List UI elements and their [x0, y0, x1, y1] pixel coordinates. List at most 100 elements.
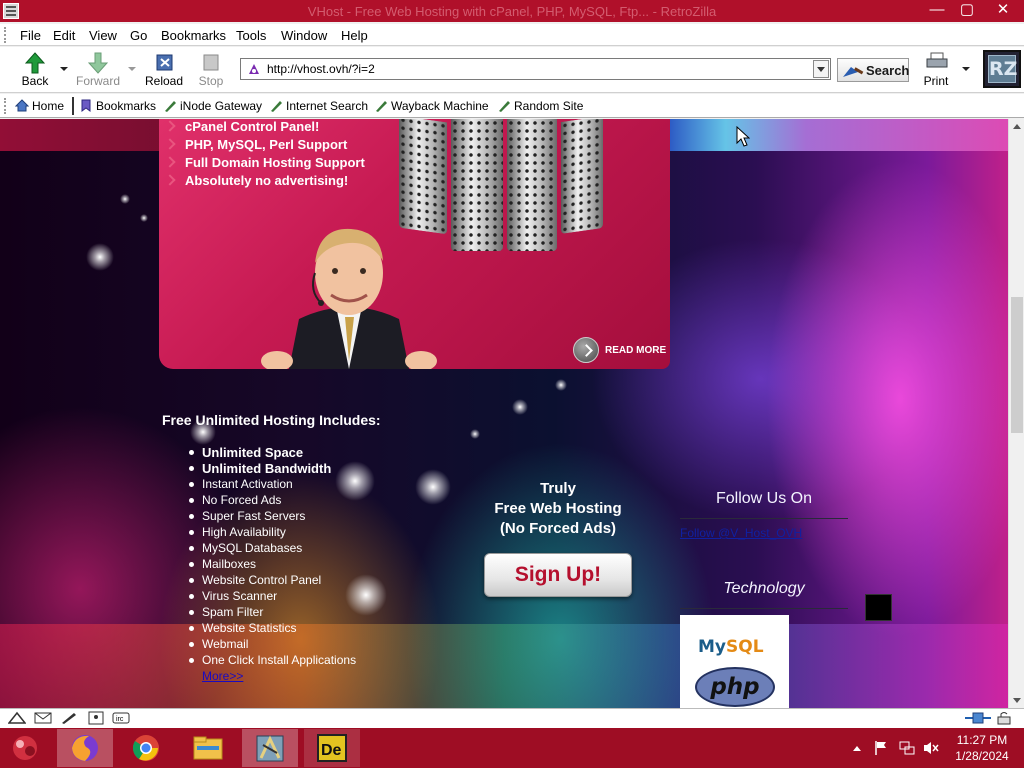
navigator-icon[interactable]	[8, 711, 26, 725]
scroll-down-arrow[interactable]	[1013, 698, 1021, 703]
forward-button[interactable]: Forward	[75, 49, 121, 91]
scroll-up-arrow[interactable]	[1013, 124, 1021, 129]
technology-title: Technology	[723, 580, 805, 597]
bookmarks-separator	[72, 97, 74, 115]
toolbar-grip[interactable]	[4, 27, 10, 43]
mysql-logo: MySQL	[698, 637, 764, 657]
address-book-icon[interactable]	[87, 711, 105, 725]
menu-window[interactable]: Window	[281, 28, 327, 43]
menu-bookmarks[interactable]: Bookmarks	[161, 28, 226, 43]
technology-logos: MySQL php	[680, 615, 789, 708]
banner-item: cPanel Control Panel!	[185, 119, 365, 137]
menu-edit[interactable]: Edit	[53, 28, 75, 43]
scrollbar-thumb[interactable]	[1011, 297, 1023, 433]
print-button[interactable]: Print	[913, 49, 959, 91]
bookmark-random-site[interactable]: Random Site	[497, 99, 583, 113]
printer-icon	[926, 52, 948, 68]
bookmark-pen-icon	[376, 101, 387, 112]
menu-file[interactable]: File	[20, 28, 41, 43]
menu-bar: File Edit View Go Bookmarks Tools Window…	[0, 24, 1024, 46]
sparkle-decoration	[120, 194, 130, 204]
irc-chat-icon[interactable]: irc	[112, 711, 130, 725]
bookmark-inode-gateway[interactable]: iNode Gateway	[163, 99, 262, 113]
hosting-includes-title: Free Unlimited Hosting Includes:	[162, 412, 381, 428]
dreamweaver-icon: De	[317, 734, 347, 762]
black-widget-square[interactable]	[865, 594, 892, 621]
security-lock-icon[interactable]	[995, 711, 1013, 725]
bookmark-bookmarks[interactable]: Bookmarks	[79, 99, 156, 113]
page-icon	[249, 64, 259, 74]
banner-item: Absolutely no advertising!	[185, 173, 365, 191]
forward-dropdown-arrow[interactable]	[128, 67, 136, 71]
list-item: Unlimited Space	[188, 445, 356, 461]
more-features-link[interactable]: More>>	[202, 669, 243, 683]
menu-help[interactable]: Help	[341, 28, 368, 43]
url-dropdown-button[interactable]	[813, 60, 829, 78]
home-icon	[14, 99, 30, 112]
start-button-icon[interactable]	[8, 733, 42, 763]
bookmark-wayback-machine[interactable]: Wayback Machine	[374, 99, 489, 113]
taskbar-app-retrozilla[interactable]	[242, 729, 298, 767]
stop-button[interactable]: Stop	[188, 49, 234, 91]
menu-view[interactable]: View	[89, 28, 117, 43]
clock-date: 1/28/2024	[955, 749, 1009, 763]
bookmark-home[interactable]: Home	[14, 99, 64, 113]
sparkle-decoration	[415, 469, 451, 505]
page-content: cPanel Control Panel! PHP, MySQL, Perl S…	[0, 119, 1008, 708]
back-dropdown-arrow[interactable]	[60, 67, 68, 71]
mail-icon[interactable]	[34, 711, 52, 725]
bookmark-pen-icon	[271, 101, 282, 112]
list-item: No Forced Ads	[188, 493, 356, 509]
title-bar[interactable]: VHost - Free Web Hosting with cPanel, PH…	[0, 0, 1024, 22]
retrozilla-logo[interactable]: RZ	[983, 50, 1021, 88]
composer-icon[interactable]	[60, 711, 78, 725]
sparkle-decoration	[512, 399, 528, 415]
retrozilla-icon	[256, 735, 284, 762]
svg-text:irc: irc	[116, 716, 124, 723]
divider	[680, 518, 848, 519]
taskbar-app-chrome[interactable]	[118, 729, 174, 767]
taskbar-app-file-explorer[interactable]	[180, 729, 236, 767]
list-item: MySQL Databases	[188, 541, 356, 557]
volume-muted-icon[interactable]	[922, 740, 940, 756]
window-title: VHost - Free Web Hosting with cPanel, PH…	[307, 4, 717, 19]
chrome-icon	[132, 735, 159, 761]
os-taskbar: De 11:27 PM 1/28/2024	[0, 728, 1024, 768]
reload-button[interactable]: Reload	[141, 49, 187, 91]
list-item: Mailboxes	[188, 557, 356, 573]
list-item: Webmail	[188, 637, 356, 653]
vertical-scrollbar[interactable]	[1008, 119, 1024, 708]
list-item: Spam Filter	[188, 605, 356, 621]
menu-tools[interactable]: Tools	[236, 28, 266, 43]
minimize-button[interactable]: —	[922, 0, 952, 22]
url-input[interactable]	[267, 61, 807, 77]
sign-up-button[interactable]: Sign Up!	[484, 553, 632, 597]
bookmark-pen-icon	[499, 101, 510, 112]
search-button[interactable]: Search	[837, 58, 909, 82]
show-hidden-icons-icon[interactable]	[852, 744, 862, 752]
network-icon[interactable]	[898, 740, 916, 756]
bookmarks-icon	[81, 99, 91, 112]
taskbar-clock[interactable]: 11:27 PM 1/28/2024	[950, 732, 1014, 764]
navigation-toolbar: Back Forward Reload Stop Search Print	[0, 47, 1024, 93]
print-dropdown-arrow[interactable]	[962, 67, 970, 71]
maximize-button[interactable]: ▢	[952, 0, 982, 22]
follow-twitter-link[interactable]: Follow @V_Host_OVH	[680, 526, 802, 540]
back-button[interactable]: Back	[12, 49, 58, 91]
action-center-flag-icon[interactable]	[874, 740, 888, 756]
sparkle-decoration	[555, 379, 567, 391]
taskbar-app-firefox[interactable]	[57, 729, 113, 767]
bookmark-internet-search[interactable]: Internet Search	[269, 99, 368, 113]
url-bar[interactable]	[240, 58, 831, 80]
taskbar-app-dreamweaver[interactable]: De	[304, 729, 360, 767]
bookmarks-grip[interactable]	[4, 98, 10, 114]
menu-go[interactable]: Go	[130, 28, 147, 43]
hero-banner[interactable]: cPanel Control Panel! PHP, MySQL, Perl S…	[159, 119, 670, 369]
folder-icon	[193, 736, 223, 760]
stop-icon	[203, 54, 219, 71]
online-status-icon[interactable]	[964, 711, 992, 725]
forward-arrow-icon	[88, 52, 108, 74]
close-button[interactable]: ✕	[988, 0, 1018, 22]
clock-time: 11:27 PM	[956, 733, 1008, 747]
divider	[680, 608, 848, 609]
